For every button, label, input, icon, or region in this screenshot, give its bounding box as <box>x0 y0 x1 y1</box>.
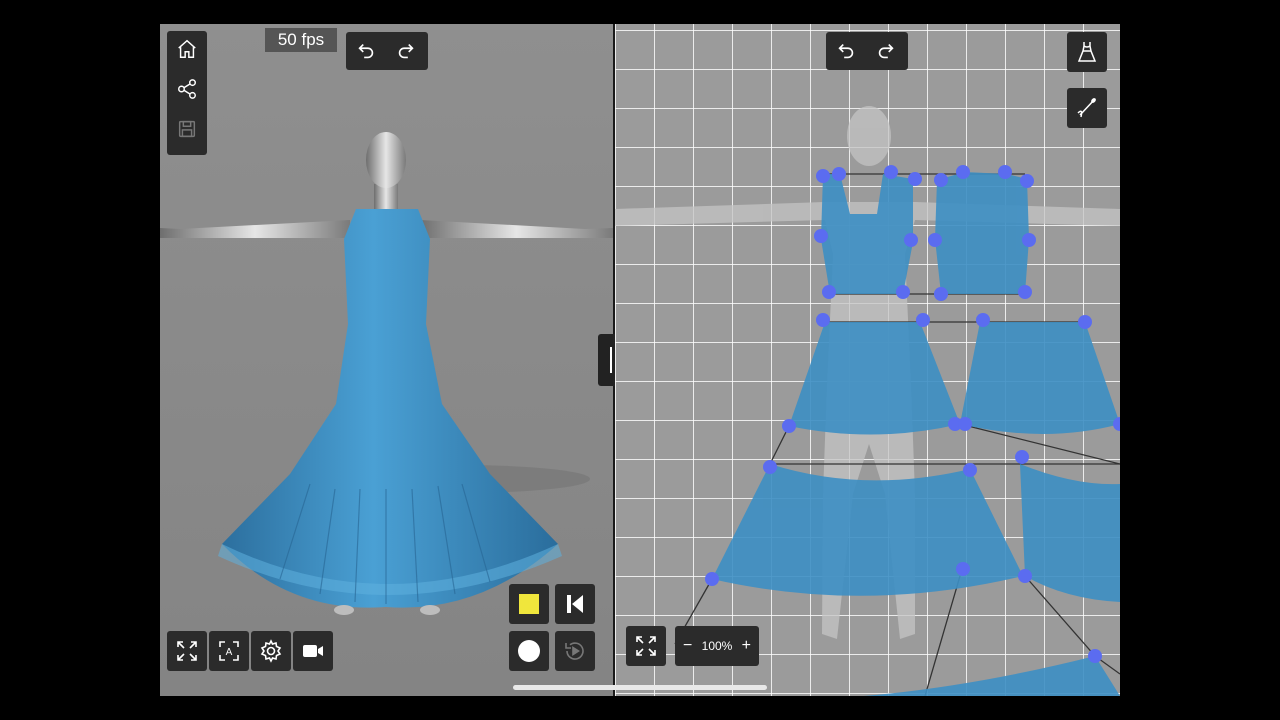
zoom-out-button[interactable]: − <box>683 637 692 655</box>
record-video-button[interactable] <box>293 631 333 671</box>
record-button[interactable] <box>509 631 549 671</box>
settings-icon <box>260 639 282 663</box>
video-camera-icon <box>303 645 323 657</box>
record-icon <box>518 640 540 662</box>
undo-icon[interactable] <box>346 32 386 70</box>
pattern-undo-redo-group <box>826 32 908 70</box>
fps-counter: 50 fps <box>265 28 337 52</box>
fullscreen-icon <box>177 641 197 661</box>
home-icon[interactable] <box>167 31 207 67</box>
pattern-2d-viewport[interactable]: − 100% + <box>615 24 1120 696</box>
auto-fit-icon: A <box>219 641 239 661</box>
auto-fit-button[interactable]: A <box>209 631 249 671</box>
needle-icon <box>1077 98 1096 118</box>
redo-icon[interactable] <box>386 32 426 70</box>
stop-icon <box>519 594 539 614</box>
skip-back-icon <box>567 595 583 613</box>
replay-button[interactable] <box>555 631 595 671</box>
settings-button[interactable] <box>251 631 291 671</box>
dress-icon <box>1077 42 1097 62</box>
pattern-pieces <box>615 106 1120 696</box>
garment-button[interactable] <box>1067 32 1107 72</box>
skip-back-button[interactable] <box>555 584 595 624</box>
stop-button[interactable] <box>509 584 549 624</box>
redo-icon[interactable] <box>866 32 906 70</box>
replay-icon <box>565 642 584 660</box>
zoom-in-button[interactable]: + <box>742 637 751 655</box>
fit-view-button[interactable] <box>626 626 666 666</box>
save-icon[interactable] <box>167 111 207 147</box>
3d-viewport[interactable]: 50 fps A <box>160 24 613 696</box>
zoom-level: 100% <box>701 639 733 653</box>
app-window: 50 fps A − 100% + <box>160 24 1120 696</box>
fullscreen-button[interactable] <box>167 631 207 671</box>
fullscreen-icon <box>636 636 656 656</box>
share-icon[interactable] <box>167 71 207 107</box>
main-toolbar <box>167 31 207 155</box>
sewing-button[interactable] <box>1067 88 1107 128</box>
undo-redo-group <box>346 32 428 70</box>
zoom-control: − 100% + <box>675 626 759 666</box>
home-indicator[interactable] <box>513 685 767 690</box>
svg-text:A: A <box>226 647 233 658</box>
undo-icon[interactable] <box>826 32 866 70</box>
